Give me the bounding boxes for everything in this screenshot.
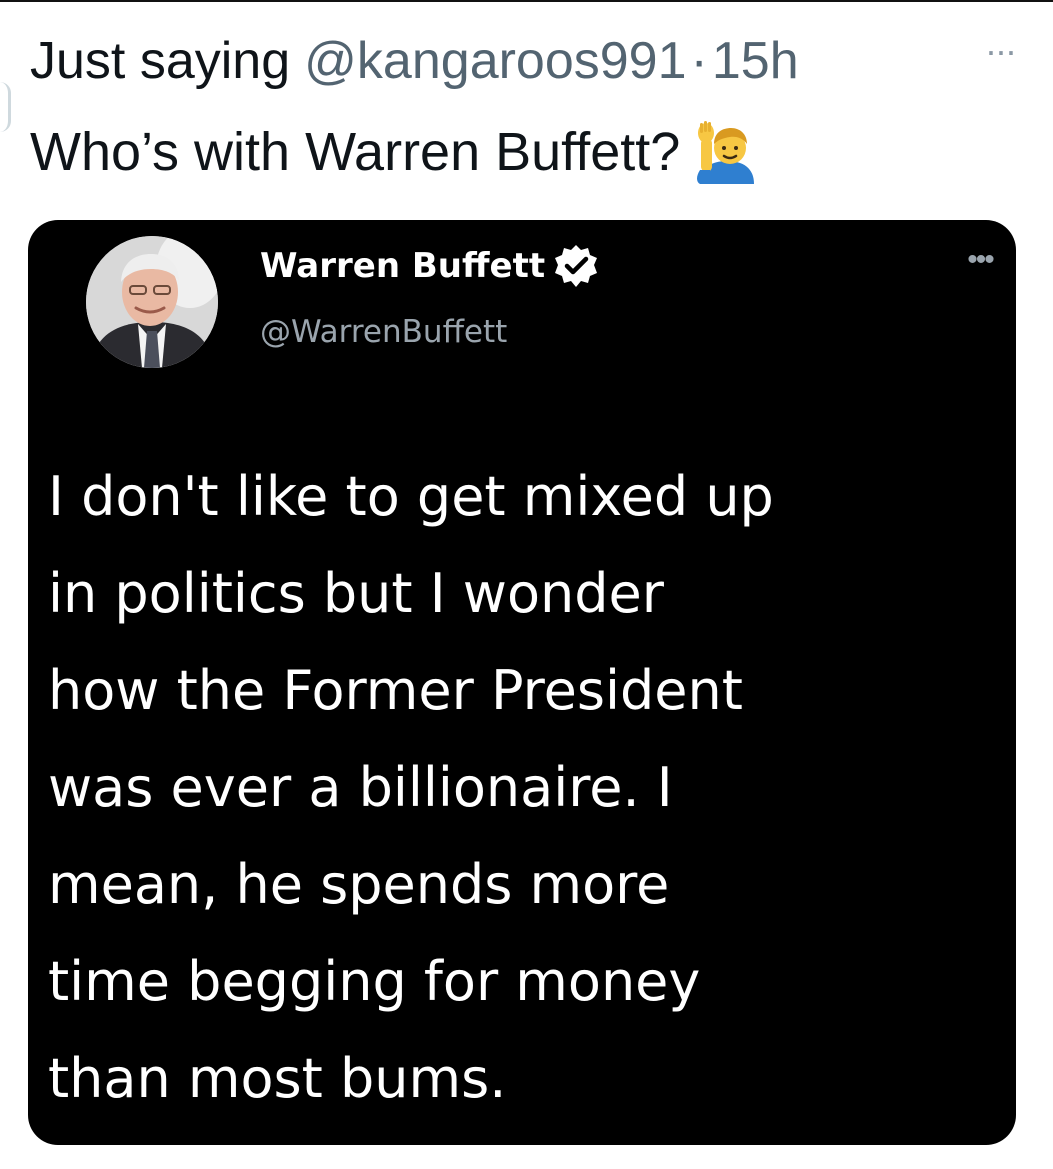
embedded-author-name: Warren Buffett (260, 240, 599, 292)
embedded-text-line: was ever a billionaire. I (48, 756, 673, 819)
embedded-text-line: mean, he spends more (48, 853, 670, 916)
embedded-text-line: how the Former President (48, 659, 743, 722)
embedded-author-handle: @WarrenBuffett (260, 314, 508, 350)
warren-buffett-avatar (86, 236, 218, 368)
tweet-timestamp[interactable]: 15h (712, 26, 799, 96)
thread-connector-line (0, 82, 11, 132)
header-separator: · (690, 32, 708, 90)
verified-badge-icon (553, 243, 599, 289)
embedded-more-options-icon: ••• (967, 243, 995, 276)
embedded-author-name-text: Warren Buffett (260, 246, 546, 286)
embedded-tweet-text: I don't like to get mixed up in politics… (48, 448, 1008, 1127)
embedded-text-line: time begging for money (48, 950, 701, 1013)
embedded-text-line: than most bums. (48, 1047, 507, 1110)
top-divider (0, 0, 1053, 2)
tweet-text: Who’s with Warren Buffett? (30, 114, 758, 190)
embedded-tweet-screenshot[interactable]: Warren Buffett @WarrenBuffett ••• I don'… (28, 220, 1016, 1145)
tweet-text-content: Who’s with Warren Buffett? (30, 122, 681, 182)
embedded-text-line: I don't like to get mixed up (48, 465, 774, 528)
author-display-name[interactable]: Just saying (30, 26, 290, 96)
embedded-text-line: in politics but I wonder (48, 562, 664, 625)
author-handle[interactable]: @kangaroos991 (304, 26, 686, 96)
tweet-header: Just saying @kangaroos991 · 15h (30, 26, 799, 96)
person-raising-hand-icon (696, 120, 758, 184)
more-options-icon[interactable]: ··· (972, 33, 1028, 69)
